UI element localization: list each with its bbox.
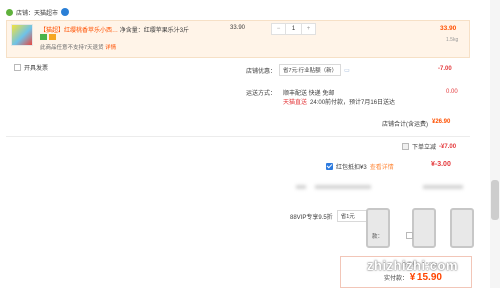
instant-discount-checkbox[interactable] bbox=[402, 143, 409, 150]
store-discount-amount: -7.00 bbox=[438, 66, 452, 72]
instant-discount-row: 下单立减 -¥7.00 bbox=[402, 142, 456, 151]
blurred-content bbox=[423, 185, 463, 189]
return-policy-note: 此商品任意不支持7天退货 详情 bbox=[40, 45, 117, 51]
actual-payment-label: 实付款： bbox=[384, 276, 409, 282]
watermark-logo bbox=[366, 208, 390, 248]
delivery-eta: 天猫直送 24:00前付款，预计7月16日送达 bbox=[283, 97, 395, 106]
shipping-method[interactable]: 顺丰配送 快递 免邮 bbox=[283, 88, 334, 97]
quantity-input[interactable]: 1 bbox=[285, 24, 302, 34]
blurred-content bbox=[296, 185, 306, 189]
shipping-label: 运送方式： bbox=[246, 91, 277, 97]
store-discount-label: 店铺优惠： bbox=[246, 68, 277, 75]
actual-payment-amount: 15.90 bbox=[416, 272, 442, 283]
invoice-option[interactable]: 开具发票 bbox=[14, 63, 48, 72]
instant-discount-amount: -¥7.00 bbox=[439, 143, 457, 150]
service-badge-icon bbox=[49, 34, 56, 40]
store-label: 店铺：天猫超市 bbox=[16, 10, 59, 17]
blurred-content bbox=[315, 185, 371, 189]
actual-payment: 实付款： ¥ 15.90 bbox=[384, 272, 442, 283]
quantity-increase-button[interactable]: + bbox=[302, 24, 315, 34]
product-thumbnail[interactable] bbox=[11, 24, 33, 46]
invoice-label: 开具发票 bbox=[24, 66, 49, 72]
store-total-row: 店铺合计(含运费) ¥26.90 bbox=[382, 119, 450, 128]
service-badges bbox=[40, 34, 56, 40]
policy-details-link[interactable]: 详情 bbox=[105, 45, 116, 51]
scrollbar-thumb[interactable] bbox=[491, 180, 499, 220]
red-packet-checkbox[interactable] bbox=[326, 163, 333, 170]
quantity-stepper[interactable]: − 1 + bbox=[271, 23, 316, 35]
instant-discount-label: 下单立减 bbox=[412, 145, 437, 151]
watermark-logo bbox=[450, 208, 474, 248]
misc-label: 款： bbox=[372, 234, 384, 240]
store-total-amount: ¥26.90 bbox=[432, 119, 451, 125]
option-checkbox[interactable] bbox=[406, 232, 413, 239]
site-watermark: zhizhizhi.com bbox=[367, 258, 458, 273]
store-total-label: 店铺合计(含运费) bbox=[382, 122, 428, 128]
shipping-amount: 0.00 bbox=[446, 89, 458, 95]
vip-discount-label: 88VIP专享9.5折 bbox=[290, 214, 333, 221]
actual-payment-currency: ¥ bbox=[409, 272, 416, 283]
delivery-eta-text: 24:00前付款，预计7月16日送达 bbox=[310, 100, 396, 106]
red-packet-label: 红包抵扣¥3 bbox=[336, 165, 367, 171]
item-weight: 1.5kg bbox=[446, 37, 459, 43]
store-header: 店铺：天猫超市 bbox=[6, 6, 70, 18]
product-spec: 净含量：红缨苹果乐汁3斤 bbox=[119, 28, 190, 34]
store-discount-row: 店铺优惠： 省7元:行业贴额（新） ▭ bbox=[246, 64, 350, 76]
red-packet-details-link[interactable]: 查看详情 bbox=[370, 162, 394, 171]
invoice-checkbox[interactable] bbox=[14, 64, 21, 71]
store-badge-icon bbox=[61, 8, 70, 16]
service-badge-icon bbox=[40, 34, 47, 40]
unit-price: 33.90 bbox=[230, 25, 246, 31]
red-packet-amount: ¥-3.00 bbox=[431, 161, 451, 168]
store-checkbox[interactable] bbox=[6, 8, 13, 16]
scrollbar[interactable] bbox=[490, 0, 500, 288]
product-title[interactable]: 【猫超】红缨桃香苹乐小西… 净含量：红缨苹果乐汁3斤 bbox=[40, 25, 189, 34]
item-subtotal: 33.90 bbox=[440, 25, 457, 32]
chat-icon: ▭ bbox=[344, 67, 350, 74]
quantity-decrease-button[interactable]: − bbox=[272, 24, 285, 34]
red-packet-row: 红包抵扣¥3 查看详情 bbox=[326, 162, 394, 171]
divider bbox=[6, 136, 470, 137]
tmall-direct-tag: 天猫直送 bbox=[283, 100, 308, 106]
watermark-logo bbox=[412, 208, 436, 248]
store-discount-select[interactable]: 省7元:行业贴额（新） bbox=[279, 64, 342, 76]
